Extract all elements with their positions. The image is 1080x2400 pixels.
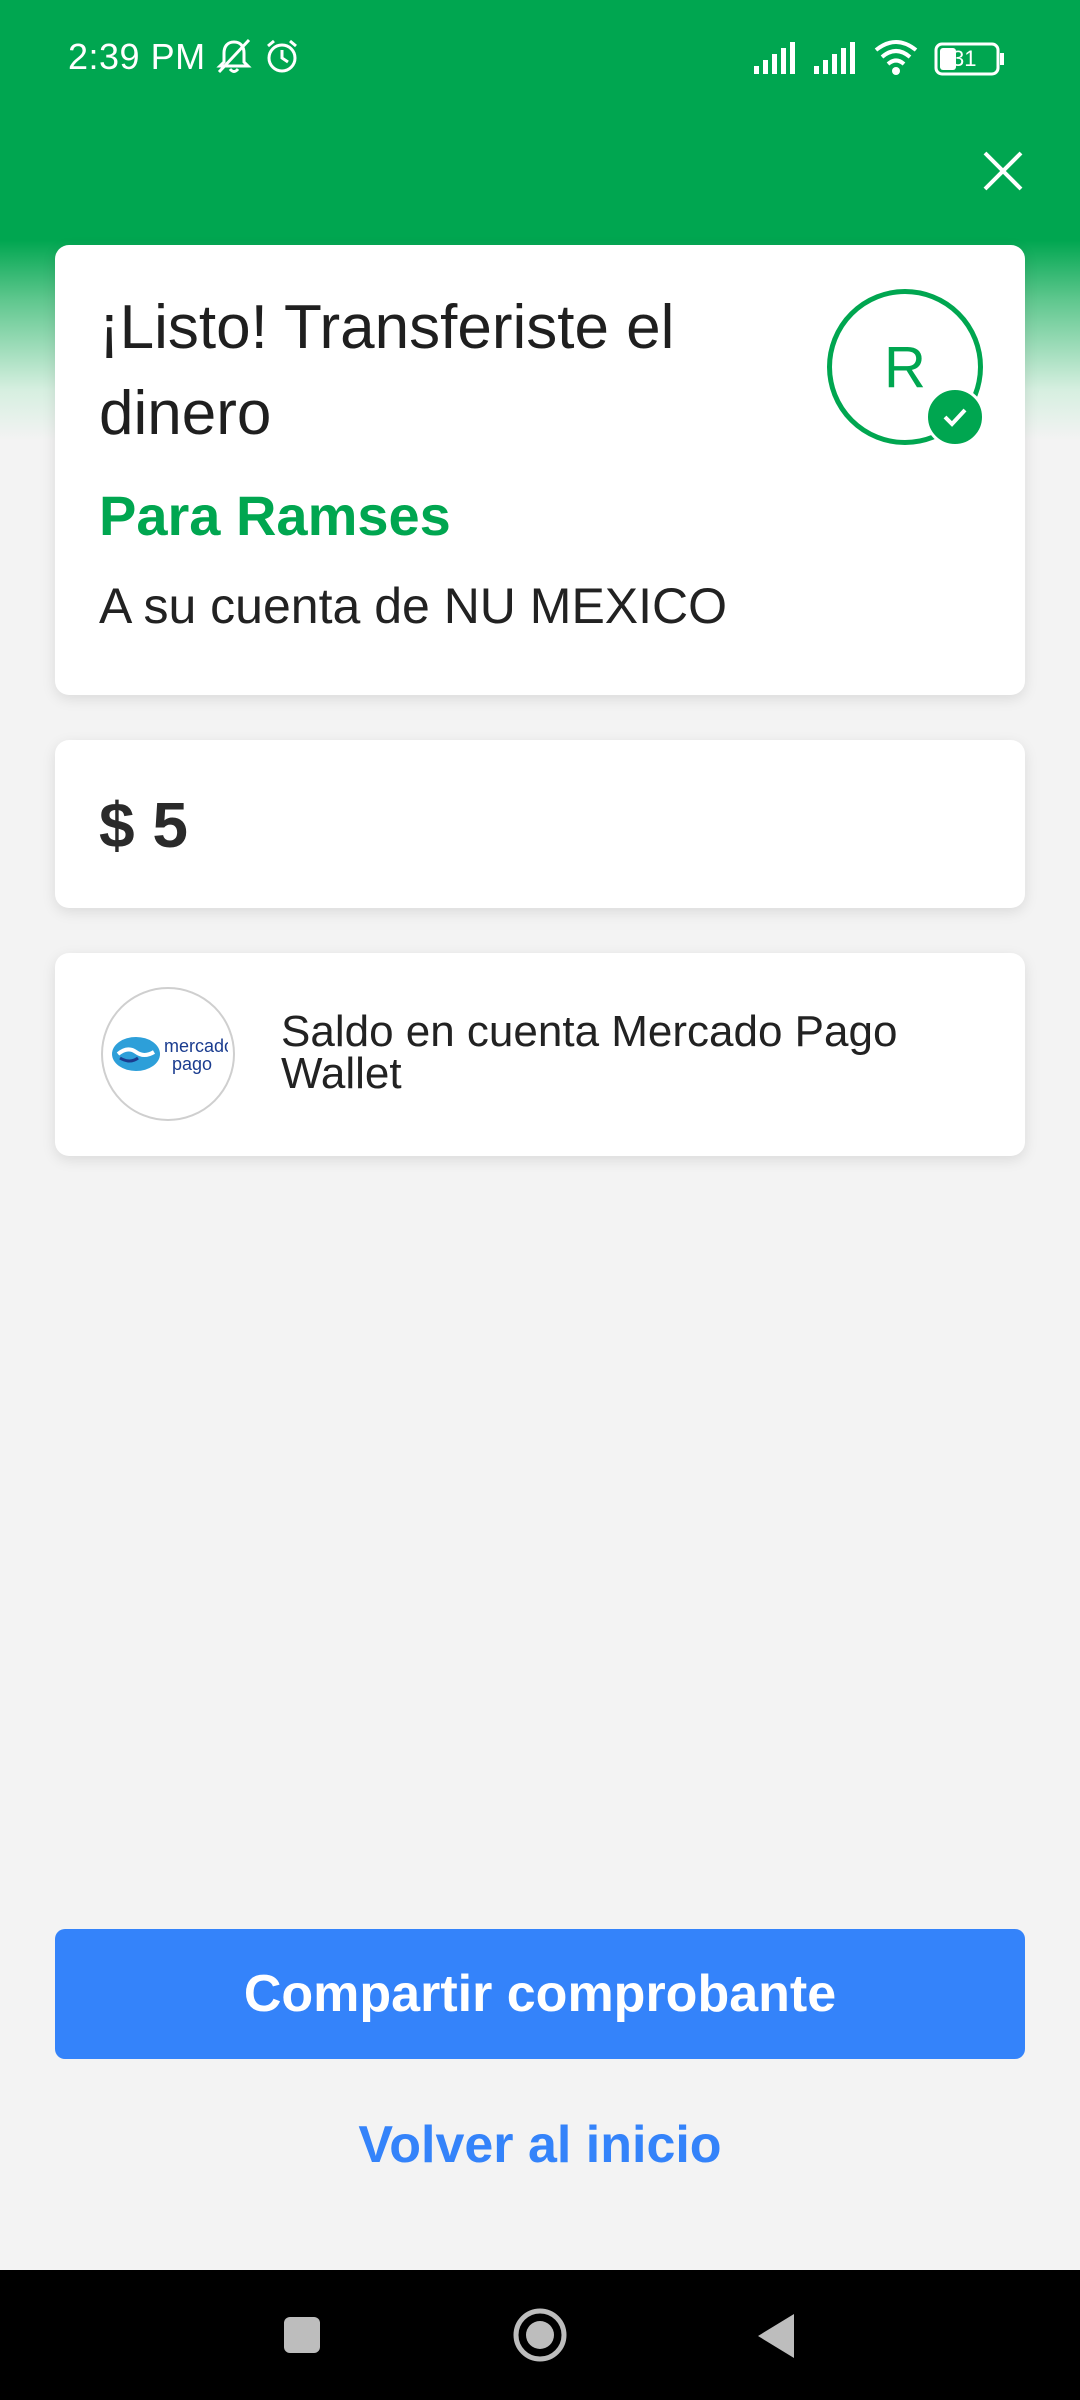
system-navigation-bar (0, 2270, 1080, 2400)
wifi-icon (872, 38, 920, 81)
home-button[interactable] (512, 2307, 568, 2368)
close-button[interactable] (968, 138, 1038, 208)
transfer-success-card: ¡Listo! Transferiste el dinero Para Rams… (55, 245, 1025, 695)
alarm-icon (262, 36, 302, 81)
destination-account: A su cuenta de NU MEXICO (99, 578, 728, 634)
share-receipt-label: Compartir comprobante (243, 1965, 837, 2023)
status-time: 2:39 PM (68, 36, 206, 77)
recent-apps-button[interactable] (282, 2315, 322, 2360)
back-to-home-label: Volver al inicio (358, 2116, 722, 2174)
bell-muted-icon (214, 36, 254, 81)
mercado-pago-logo: mercado pago (101, 987, 235, 1121)
battery-level: 31 (952, 46, 977, 71)
close-icon (981, 149, 1025, 198)
logo-text-line1: mercado (164, 1036, 228, 1056)
signal-icon (812, 40, 860, 79)
payment-method-label: Saldo en cuenta Mercado Pago Wallet (281, 1007, 898, 1098)
back-to-home-link[interactable]: Volver al inicio (55, 2105, 1025, 2185)
signal-icon (752, 40, 800, 79)
back-button[interactable] (756, 2312, 796, 2365)
logo-text-line2: pago (172, 1054, 212, 1074)
share-receipt-button[interactable]: Compartir comprobante (55, 1929, 1025, 2059)
status-bar: 2:39 PM 31 (0, 0, 1080, 120)
battery-icon: 31 (934, 42, 1006, 81)
amount-card: $ 5 (55, 740, 1025, 908)
payment-method-card: mercado pago Saldo en cuenta Mercado Pag… (55, 953, 1025, 1156)
check-icon (925, 387, 985, 447)
avatar-initial: R (884, 334, 926, 400)
recipient-name: Para Ramses (99, 484, 451, 547)
amount-value: $ 5 (99, 789, 188, 861)
success-title: ¡Listo! Transferiste el dinero (99, 293, 675, 448)
